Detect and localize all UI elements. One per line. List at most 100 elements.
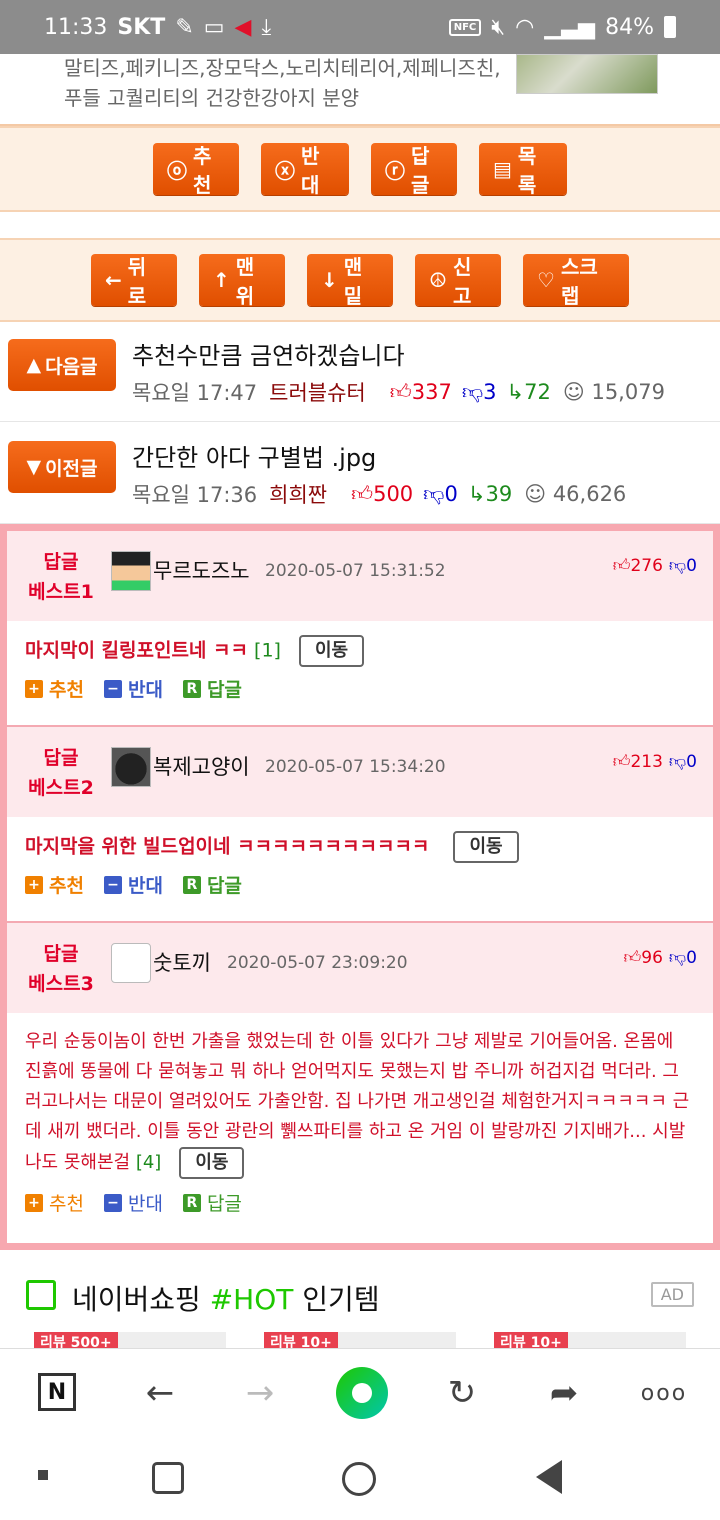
thumb-up-icon: 👍︎ xyxy=(612,556,631,576)
oppose-button[interactable]: ⓧ 반대 xyxy=(261,143,349,197)
reply-text: 우리 순둥이놈이 한번 가출을 했었는데 한 이틀 있다가 그냥 제발로 기어들… xyxy=(7,1013,713,1179)
battery-level: 84% xyxy=(605,14,654,40)
dot-icon[interactable] xyxy=(38,1470,48,1480)
naver-shopping-ad[interactable]: 네이버쇼핑 #HOT 인기템 AD 리뷰 500+ 리뷰 10+ 리뷰 10+ xyxy=(0,1260,720,1354)
list-button[interactable]: ▤ 목록 xyxy=(479,143,567,197)
recommend-icon: ⓞ xyxy=(167,158,187,183)
reply-count: 39 xyxy=(485,482,513,506)
bottom-button[interactable]: ↓ 맨밑 xyxy=(307,254,393,308)
refresh-icon[interactable]: ↻ xyxy=(438,1369,486,1417)
download-icon: ⤓ xyxy=(261,14,272,40)
back-button[interactable]: ← 뒤로 xyxy=(91,254,177,308)
next-post-button[interactable]: ▲ 다음글 xyxy=(8,339,116,391)
prev-post-meta: 목요일 17:36 희희짠 👍︎500 👎︎0 ↳39 ☺ 46,626 xyxy=(132,479,626,509)
thumb-up-icon: 👍︎ xyxy=(351,482,374,506)
home-square-icon[interactable] xyxy=(152,1462,184,1494)
move-button[interactable]: 이동 xyxy=(453,831,519,863)
reply-count: [4] xyxy=(135,1152,162,1173)
prev-post-row[interactable]: ▼ 이전글 간단한 아다 구별법 .jpg 목요일 17:36 희희짠 👍︎500… xyxy=(0,424,720,524)
list-icon: ▤ xyxy=(493,157,512,181)
view-count: 46,626 xyxy=(552,482,627,506)
reply-arrow-icon: ↳ xyxy=(506,380,525,404)
reply-reply-button[interactable]: R 답글 xyxy=(182,675,242,702)
nickname[interactable]: 숫토끼 xyxy=(153,947,211,977)
prev-post-title[interactable]: 간단한 아다 구별법 .jpg xyxy=(132,438,376,473)
arrow-down-icon: ↓ xyxy=(321,268,338,292)
reply-recommend-button[interactable]: + 추천 xyxy=(25,1189,84,1216)
clock: 11:33 xyxy=(44,14,108,40)
next-post-title[interactable]: 추천수만큼 금연하겠습니다 xyxy=(132,336,405,371)
view-count: 15,079 xyxy=(591,380,665,404)
down-count: 0 xyxy=(444,482,458,506)
nickname[interactable]: 무르도즈노 xyxy=(153,555,250,585)
status-bar: 11:33 SKT ✎ ▭ ◀ ⤓ NFC 🔇︎ ◠ ▁▃▅ 84% xyxy=(0,0,720,54)
message-icon: ▭ xyxy=(203,14,225,40)
top-ad-banner[interactable]: 말티즈,페키니즈,장모닥스,노리치테리어,제페니즈친, 푸들 고퀄리티의 건강한… xyxy=(0,54,720,126)
reply-reply-button[interactable]: R 답글 xyxy=(182,1189,242,1216)
recommend-button[interactable]: ⓞ 추천 xyxy=(153,143,239,197)
best-label: 답글 베스트3 xyxy=(28,943,94,995)
back-triangle-icon[interactable] xyxy=(536,1460,562,1494)
minus-icon: − xyxy=(103,1193,122,1212)
scrap-button[interactable]: ♡ 스크랩 xyxy=(523,254,629,308)
reply-recommend-button[interactable]: + 추천 xyxy=(25,675,84,702)
move-button[interactable]: 이동 xyxy=(298,635,365,667)
ad-text-line2: 푸들 고퀄리티의 건강한강아지 분양 xyxy=(64,86,360,110)
thumb-down-icon: 👎︎ xyxy=(461,380,484,404)
nickname[interactable]: 복제고양이 xyxy=(153,751,250,781)
heart-icon: ♡ xyxy=(537,268,555,292)
up-count: 500 xyxy=(373,482,414,506)
green-dot-icon[interactable] xyxy=(336,1367,388,1419)
thumb-down-icon: 👎︎ xyxy=(423,482,445,506)
reply-oppose-button[interactable]: − 반대 xyxy=(103,871,163,898)
back-arrow-icon[interactable]: ← xyxy=(136,1369,184,1417)
avatar[interactable] xyxy=(111,551,151,591)
signal-icon: ▁▃▅ xyxy=(544,14,596,40)
view-icon: ☺ xyxy=(524,482,547,506)
prev-post-button[interactable]: ▼ 이전글 xyxy=(8,441,116,493)
home-circle-icon[interactable] xyxy=(342,1462,376,1496)
r-icon: R xyxy=(182,875,201,894)
up-count: 337 xyxy=(411,380,452,404)
pill-icon: ✎ xyxy=(175,14,194,40)
reply-text: 마지막을 위한 빌드업이네 ㅋㅋㅋㅋㅋㅋㅋㅋㅋㅋㅋ 이동 xyxy=(7,817,713,863)
best-reply-header: 답글 베스트3 숫토끼 2020-05-07 23:09:20 👍︎96 👎︎0 xyxy=(7,923,713,1013)
minus-icon: − xyxy=(103,875,122,894)
arrow-up-icon: ↑ xyxy=(213,268,230,292)
reply-button[interactable]: ⓡ 답글 xyxy=(371,143,457,197)
next-post-row[interactable]: ▲ 다음글 추천수만큼 금연하겠습니다 목요일 17:47 트러블슈터 👍︎337… xyxy=(0,322,720,422)
reply-recommend-button[interactable]: + 추천 xyxy=(25,871,84,898)
wifi-icon: ◠ xyxy=(515,14,535,40)
reply-oppose-button[interactable]: − 반대 xyxy=(103,675,163,702)
move-button[interactable]: 이동 xyxy=(179,1147,245,1179)
reply-oppose-button[interactable]: − 반대 xyxy=(103,1189,163,1216)
avatar[interactable] xyxy=(111,943,151,983)
reply-date: 2020-05-07 15:34:20 xyxy=(265,757,446,777)
plus-icon: + xyxy=(25,679,43,698)
down-count: 3 xyxy=(483,380,497,404)
thumb-up-icon: 👍︎ xyxy=(623,948,642,968)
system-nav-bar xyxy=(0,1436,720,1520)
forward-arrow-icon[interactable]: → xyxy=(236,1369,284,1417)
reply-votes: 👍︎276 👎︎0 xyxy=(612,556,697,576)
reply-actions: + 추천 − 반대 R 답글 xyxy=(7,1179,713,1230)
post-author[interactable]: 트러블슈터 xyxy=(269,377,366,407)
megaphone-icon: ◀ xyxy=(234,14,252,40)
plus-icon: + xyxy=(25,875,43,894)
best-reply-2: 답글 베스트2 복제고양이 2020-05-07 15:34:20 👍︎213 👎︎… xyxy=(7,727,713,923)
top-button[interactable]: ↑ 맨위 xyxy=(199,254,285,308)
reply-reply-button[interactable]: R 답글 xyxy=(182,871,242,898)
naver-home-icon[interactable]: N xyxy=(38,1373,76,1411)
report-icon: ☮ xyxy=(429,268,447,292)
thumb-up-icon: 👍︎ xyxy=(389,380,412,404)
best-replies-box: 답글 베스트1 무르도즈노 2020-05-07 15:31:52 👍︎276 👎︎… xyxy=(0,524,720,1250)
reply-count: [1] xyxy=(254,639,281,662)
more-icon[interactable]: ooo xyxy=(636,1369,692,1417)
best-reply-3: 답글 베스트3 숫토끼 2020-05-07 23:09:20 👍︎96 👎︎0 우… xyxy=(7,923,713,1243)
post-author[interactable]: 희희짠 xyxy=(269,479,327,509)
share-icon[interactable]: ➦ xyxy=(540,1369,588,1417)
report-button[interactable]: ☮ 신고 xyxy=(415,254,501,308)
page-nav-bar: ← 뒤로 ↑ 맨위 ↓ 맨밑 ☮ 신고 ♡ 스크랩 xyxy=(0,238,720,322)
avatar[interactable] xyxy=(111,747,151,787)
reply-icon: ⓡ xyxy=(385,158,405,183)
